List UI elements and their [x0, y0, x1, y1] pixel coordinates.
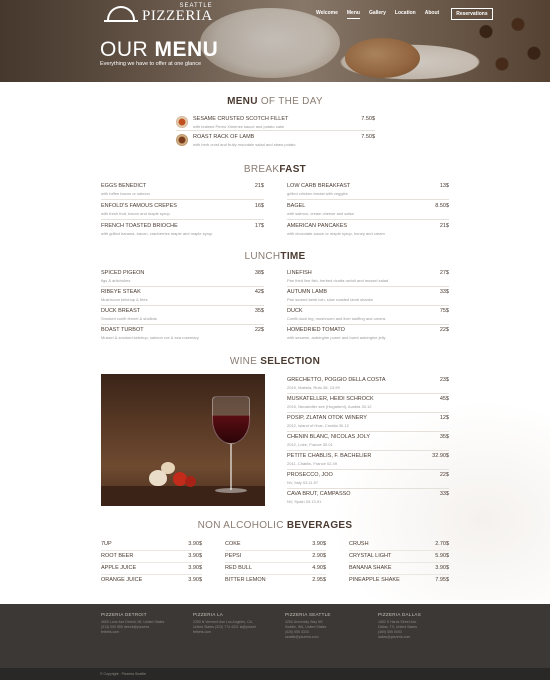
- beverage-item: COKE 3.90$: [225, 539, 326, 551]
- footer-location-seattle: PIZZERIA SEATTLE 4250 University Way NE …: [285, 612, 331, 639]
- breakfast-item: FRENCH TOASTED BRIOCHE with grilled bana…: [101, 223, 264, 236]
- nav-menu[interactable]: Menu: [346, 10, 360, 19]
- wine-item: CAVA BRUT, CAMPASSO NV, Spain 03.13.91 3…: [287, 491, 449, 504]
- beverage-item: ORANGE JUICE 3.90$: [101, 577, 202, 583]
- beverage-item: PEPSI 2.90$: [225, 551, 326, 563]
- copyright-text: © Copyright · Pizzeria Seattle: [100, 672, 146, 676]
- beverage-item: 7UP 3.90$: [101, 539, 202, 551]
- beverage-item: CRUSH 2.70$: [349, 539, 449, 551]
- beverage-item: RED BULL 4.90$: [225, 563, 326, 575]
- wine-glass-image: [101, 374, 265, 506]
- lunch-item: BOAST TURBOT Mussel & smoked ketchup, sa…: [101, 327, 264, 340]
- pizza-oven-icon: [104, 4, 138, 24]
- beverage-item: CRYSTAL LIGHT 5.90$: [349, 551, 449, 563]
- breakfast-item: AMERICAN PANCAKES with chocolate sauce o…: [287, 223, 449, 236]
- beverage-item: BANANA SHAKE 3.90$: [349, 563, 449, 575]
- nav-location[interactable]: Location: [395, 10, 416, 18]
- nav-about[interactable]: About: [425, 10, 439, 18]
- breakfast-title: BREAKFAST: [243, 164, 307, 175]
- beverage-item: PINEAPPLE SHAKE 7.95$: [349, 577, 449, 583]
- page-title: OUR MENU: [100, 38, 218, 62]
- beverage-item: BITTER LEMON 2.95$: [225, 577, 326, 583]
- wine-title: WINE SELECTION: [229, 356, 321, 367]
- footer-bottom-bar: © Copyright · Pizzeria Seattle: [0, 668, 550, 680]
- beverage-item: APPLE JUICE 3.90$: [101, 563, 202, 575]
- lunch-title: LUNCHTIME: [244, 251, 306, 262]
- day-item: ROAST RACK OF LAMB with herb crust and f…: [193, 134, 375, 147]
- footer-location-la: PIZZERIA LA 2250 N Vermont Ave Los Angel…: [193, 612, 257, 634]
- nav-welcome[interactable]: Welcome: [316, 10, 338, 18]
- beverages-title: NON ALCOHOLIC BEVERAGES: [197, 520, 353, 531]
- page-subtitle: Everything we have to offer at one glanc…: [100, 61, 202, 67]
- main-nav: Welcome Menu Gallery Location About Rese…: [316, 8, 493, 20]
- day-item: SESAME CRUSTED SCOTCH FILLET with braise…: [193, 116, 375, 129]
- footer-location-detroit: PIZZERIA DETROIT 4600 Lone Ave Detroit, …: [101, 612, 165, 634]
- nav-gallery[interactable]: Gallery: [369, 10, 386, 18]
- beverage-item: ROOT BEER 3.90$: [101, 551, 202, 563]
- menu-of-day-title: MENU OF THE DAY: [227, 96, 323, 107]
- page-title-bold: MENU: [154, 38, 219, 61]
- dish-thumbnail: [176, 116, 188, 128]
- footer-location-dallas: PIZZERIA DALLAS 1652 S Harris Street Ave…: [378, 612, 422, 639]
- lunch-item: HOMEDRIED TOMATO with sesame, aubergine …: [287, 327, 449, 340]
- site-logo[interactable]: SEATTLE PIZZERIA: [104, 2, 213, 24]
- dish-thumbnail: [176, 134, 188, 146]
- logo-title: PIZZERIA: [142, 8, 213, 24]
- reservations-button[interactable]: Reservations: [451, 8, 493, 20]
- page-title-thin: OUR: [100, 38, 155, 61]
